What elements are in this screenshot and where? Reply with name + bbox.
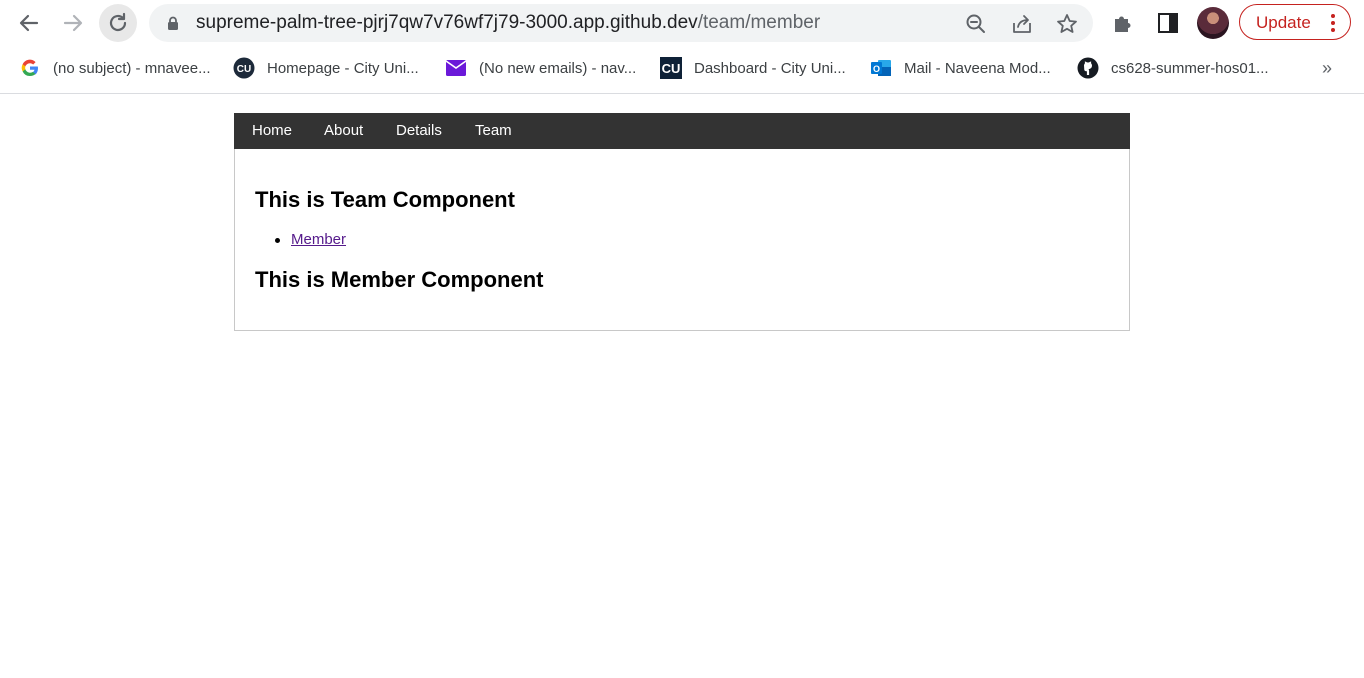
share-icon[interactable] xyxy=(1011,13,1033,35)
bookmark-item[interactable]: (No new emails) - nav... xyxy=(445,56,636,80)
update-button[interactable]: Update xyxy=(1239,4,1351,40)
bookmark-label: cs628-summer-hos01... xyxy=(1111,59,1269,77)
member-link[interactable]: Member xyxy=(291,231,346,248)
bookmark-item[interactable]: O Mail - Naveena Mod... xyxy=(870,56,1051,80)
side-panel-icon[interactable] xyxy=(1157,12,1179,34)
forward-button[interactable] xyxy=(54,4,92,42)
bookmark-item[interactable]: cs628-summer-hos01... xyxy=(1077,56,1269,80)
bookmark-label: Homepage - City Uni... xyxy=(267,59,419,77)
team-links-list: Member xyxy=(254,231,346,249)
nav-team[interactable]: Team xyxy=(475,113,512,149)
lock-icon xyxy=(168,16,178,30)
svg-text:O: O xyxy=(873,64,880,74)
zoom-icon[interactable] xyxy=(965,13,987,35)
google-icon xyxy=(19,57,41,79)
nav-home[interactable]: Home xyxy=(252,113,292,149)
back-button[interactable] xyxy=(10,4,48,42)
bookmark-item[interactable]: CU Homepage - City Uni... xyxy=(233,56,419,80)
github-icon xyxy=(1077,57,1099,79)
more-bookmarks-chevron-icon[interactable]: » xyxy=(1322,58,1332,79)
cu-square-icon: CU xyxy=(660,57,682,79)
url-path: /team/member xyxy=(697,12,821,33)
bookmark-label: (no subject) - mnavee... xyxy=(53,59,211,77)
outlook-icon: O xyxy=(870,57,892,79)
bookmark-star-icon[interactable] xyxy=(1056,13,1078,35)
bookmark-label: Mail - Naveena Mod... xyxy=(904,59,1051,77)
cu-circle-icon: CU xyxy=(233,57,255,79)
address-bar[interactable]: supreme-palm-tree-pjrj7qw7v76wf7j79-3000… xyxy=(149,4,1093,42)
top-navbar: Home About Details Team xyxy=(234,113,1130,149)
more-menu-icon xyxy=(1331,14,1335,32)
list-item: Member xyxy=(254,231,346,249)
reload-icon xyxy=(109,12,127,32)
nav-about[interactable]: About xyxy=(324,113,363,149)
reload-button[interactable] xyxy=(99,4,137,42)
update-label: Update xyxy=(1256,13,1311,32)
extensions-puzzle-icon[interactable] xyxy=(1112,12,1134,34)
svg-text:CU: CU xyxy=(237,64,251,75)
mail-icon xyxy=(445,57,467,79)
member-heading: This is Member Component xyxy=(255,267,544,292)
bookmark-label: Dashboard - City Uni... xyxy=(694,59,846,77)
profile-avatar[interactable] xyxy=(1197,7,1229,39)
url-host: supreme-palm-tree-pjrj7qw7v76wf7j79-3000… xyxy=(196,12,698,33)
nav-details[interactable]: Details xyxy=(396,113,442,149)
bookmarks-bar: (no subject) - mnavee... CU Homepage - C… xyxy=(0,46,1364,94)
forward-arrow-icon xyxy=(63,14,83,32)
bookmark-item[interactable]: (no subject) - mnavee... xyxy=(19,56,211,80)
browser-toolbar: supreme-palm-tree-pjrj7qw7v76wf7j79-3000… xyxy=(0,0,1364,46)
svg-text:CU: CU xyxy=(662,61,681,76)
bookmark-item[interactable]: CU Dashboard - City Uni... xyxy=(660,56,846,80)
url-text: supreme-palm-tree-pjrj7qw7v76wf7j79-3000… xyxy=(196,12,820,34)
back-arrow-icon xyxy=(19,14,39,32)
bookmark-label: (No new emails) - nav... xyxy=(479,59,637,77)
team-heading: This is Team Component xyxy=(255,187,515,212)
app-container: Home About Details Team This is Team Com… xyxy=(234,113,1130,331)
